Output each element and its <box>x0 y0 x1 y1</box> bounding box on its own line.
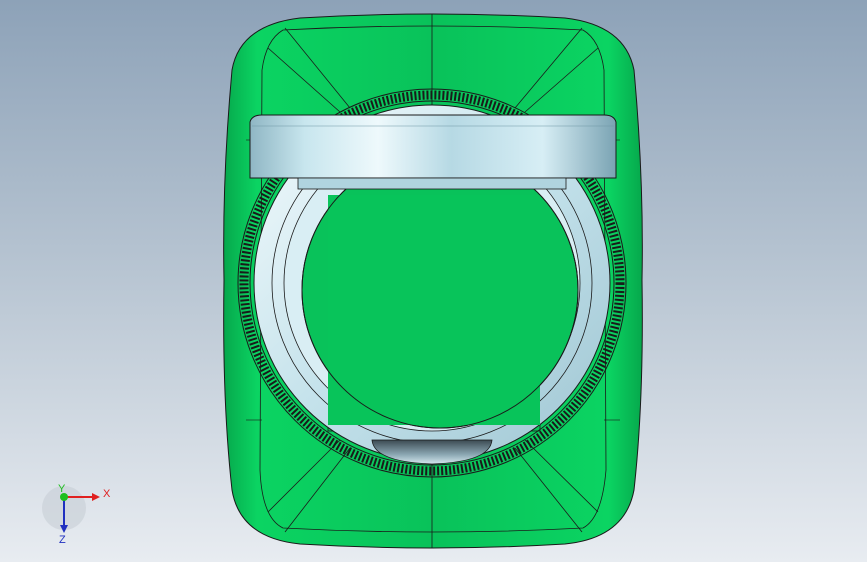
y-axis-label: Y <box>58 483 66 495</box>
x-arrowhead <box>92 493 100 501</box>
model-canvas[interactable]: X Y Z <box>0 0 867 562</box>
x-axis-label: X <box>103 488 111 500</box>
clamp-band[interactable] <box>249 114 617 190</box>
coordinate-triad: X Y Z <box>42 483 111 546</box>
z-axis-label: Z <box>59 534 66 546</box>
graphics-viewport[interactable]: X Y Z <box>0 0 867 562</box>
